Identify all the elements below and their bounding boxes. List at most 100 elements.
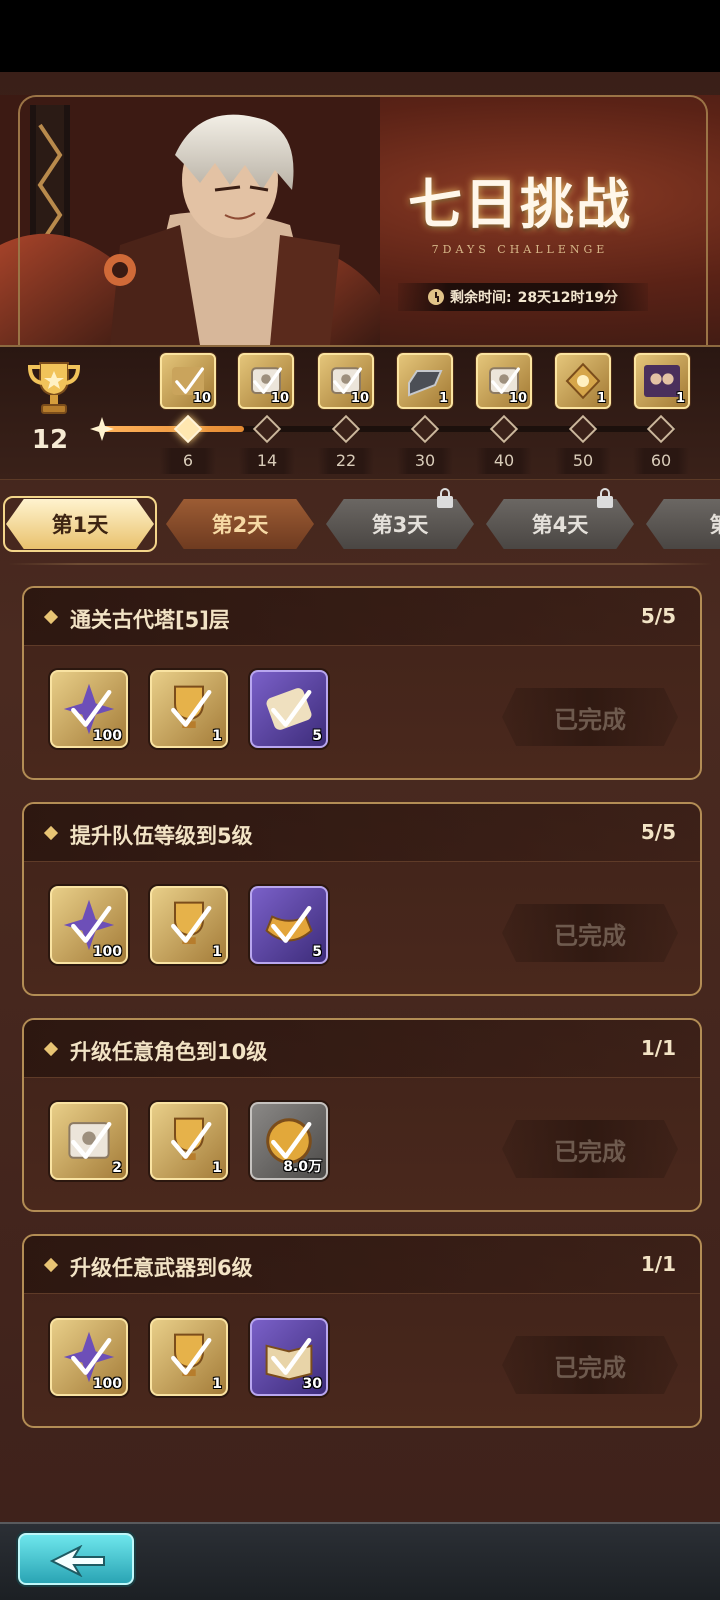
reward-count: 100 (92, 728, 122, 744)
task-reward-item[interactable]: 5 (250, 886, 328, 964)
task-progress: 5/5 (640, 604, 676, 628)
back-arrow-icon (50, 1545, 105, 1577)
task-title: 升级任意武器到6级 (70, 1256, 253, 1280)
task-title: 通关古代塔[5]层 (70, 608, 230, 632)
task-card: 通关古代塔[5]层 5/5 100 1 5 已完成 (22, 586, 702, 780)
completed-button[interactable]: 已完成 (502, 688, 678, 746)
reward-count: 1 (212, 1376, 222, 1392)
task-reward-item[interactable]: 1 (150, 1318, 228, 1396)
completed-button[interactable]: 已完成 (502, 1120, 678, 1178)
task-reward-item[interactable]: 100 (50, 1318, 128, 1396)
milestone-label: 14 (239, 448, 295, 474)
task-reward-item[interactable]: 1 (150, 886, 228, 964)
back-button[interactable] (18, 1533, 134, 1585)
task-reward-item[interactable]: 1 (150, 670, 228, 748)
task-progress: 5/5 (640, 820, 676, 844)
task-header: 通关古代塔[5]层 5/5 (24, 588, 700, 646)
reward-count: 1 (438, 391, 448, 406)
milestone-label: 22 (318, 448, 374, 474)
tab-label: 第4天 (531, 513, 589, 537)
milestone-reward-3[interactable]: 10 (318, 353, 374, 409)
reward-count: 1 (212, 728, 222, 744)
milestone-label: 40 (476, 448, 532, 474)
task-reward-item[interactable]: 8.0万 (250, 1102, 328, 1180)
tabs-divider (8, 563, 712, 565)
reward-count: 1 (212, 944, 222, 960)
milestone-label: 50 (555, 448, 611, 474)
current-points: 12 (31, 425, 69, 455)
tab-label: 第3天 (371, 513, 429, 537)
reward-count: 10 (192, 391, 211, 406)
clock-icon (427, 289, 444, 305)
completed-label: 已完成 (554, 705, 626, 734)
tab-label: 第1天 (51, 513, 109, 537)
milestone-reward-2[interactable]: 10 (238, 353, 294, 409)
timer-value: 28天12时19分 (517, 290, 619, 306)
task-card: 提升队伍等级到5级 5/5 100 1 5 已完成 (22, 802, 702, 996)
milestone-reward-7[interactable]: 1 (634, 353, 690, 409)
reward-count: 5 (312, 728, 322, 744)
task-card: 升级任意武器到6级 1/1 100 1 30 已完成 (22, 1234, 702, 1428)
reward-count: 5 (312, 944, 322, 960)
tab-day-1[interactable]: 第1天 (6, 499, 154, 549)
lock-icon (436, 488, 454, 508)
task-progress: 1/1 (640, 1252, 676, 1276)
task-reward-item[interactable]: 1 (150, 1102, 228, 1180)
task-title: 升级任意角色到10级 (70, 1040, 268, 1064)
completed-label: 已完成 (554, 1137, 626, 1166)
trophy-icon (27, 362, 81, 414)
completed-label: 已完成 (554, 921, 626, 950)
tab-label: 第 (710, 509, 720, 539)
milestone-node-3 (331, 414, 361, 444)
reward-count: 100 (92, 1376, 122, 1392)
event-subtitle: 7DAYS CHALLENGE (431, 243, 609, 256)
milestone-node-7 (646, 414, 676, 444)
status-bar (0, 0, 720, 72)
reward-count: 10 (270, 391, 289, 406)
tab-day-2[interactable]: 第2天 (166, 499, 314, 549)
task-card: 升级任意角色到10级 1/1 2 1 8.0万 已完成 (22, 1018, 702, 1212)
milestone-node-4 (410, 414, 440, 444)
task-reward-item[interactable]: 100 (50, 670, 128, 748)
completed-button[interactable]: 已完成 (502, 904, 678, 962)
bullet-icon (43, 609, 59, 625)
tab-day-5[interactable]: 第 (646, 499, 720, 549)
milestone-reward-4[interactable]: 1 (397, 353, 453, 409)
milestone-node-6 (568, 414, 598, 444)
event-title-block: 七日挑战 7DAYS CHALLENGE (360, 160, 680, 256)
points-progress: 12 10 6 10 14 10 22 1 30 10 40 1 50 1 60 (0, 345, 720, 480)
event-title: 七日挑战 (408, 172, 632, 236)
reward-count: 1 (596, 391, 606, 406)
milestone-node-2 (252, 414, 282, 444)
task-header: 升级任意角色到10级 1/1 (24, 1020, 700, 1078)
milestone-node-5 (489, 414, 519, 444)
milestone-label: 60 (633, 448, 689, 474)
reward-count: 8.0万 (283, 1159, 322, 1175)
task-reward-item[interactable]: 5 (250, 670, 328, 748)
reward-count: 10 (350, 391, 369, 406)
task-reward-item[interactable]: 2 (50, 1102, 128, 1180)
task-progress: 1/1 (640, 1036, 676, 1060)
milestone-reward-5[interactable]: 10 (476, 353, 532, 409)
milestone-reward-6[interactable]: 1 (555, 353, 611, 409)
timer-label: 剩余时间: (449, 290, 512, 306)
task-reward-item[interactable]: 30 (250, 1318, 328, 1396)
bullet-icon (43, 825, 59, 841)
progress-fill (100, 426, 244, 432)
task-header: 提升队伍等级到5级 5/5 (24, 804, 700, 862)
bullet-icon (43, 1041, 59, 1057)
lock-icon (596, 488, 614, 508)
completed-label: 已完成 (554, 1353, 626, 1382)
milestone-label: 6 (160, 448, 216, 474)
remaining-time: 剩余时间: 28天12时19分 (398, 283, 648, 311)
task-reward-item[interactable]: 100 (50, 886, 128, 964)
milestone-node-1 (173, 414, 203, 444)
start-star-icon (90, 417, 114, 441)
task-title: 提升队伍等级到5级 (70, 824, 253, 848)
milestone-reward-1[interactable]: 10 (160, 353, 216, 409)
milestone-label: 30 (397, 448, 453, 474)
reward-count: 30 (302, 1376, 322, 1392)
task-header: 升级任意武器到6级 1/1 (24, 1236, 700, 1294)
completed-button[interactable]: 已完成 (502, 1336, 678, 1394)
day-tabs: 第1天 第2天 第3天 第4天 第 (0, 488, 720, 560)
